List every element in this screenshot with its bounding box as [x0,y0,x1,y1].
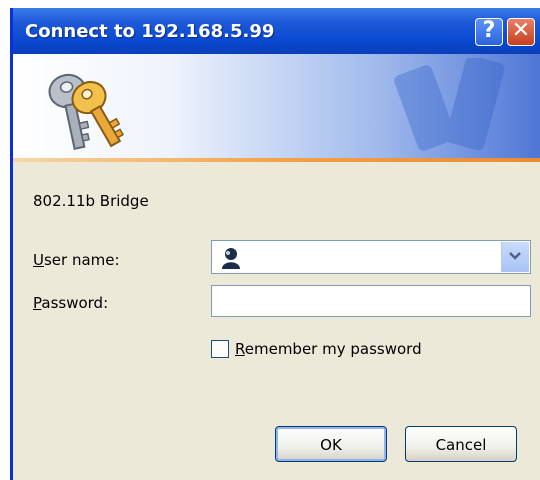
chevron-down-icon [509,252,521,260]
ok-button[interactable]: OK [275,426,387,462]
username-combobox[interactable] [211,240,531,274]
cancel-button[interactable]: Cancel [405,426,517,462]
remember-password-checkbox[interactable] [211,340,229,358]
remember-label-accesskey: R [235,340,245,358]
remember-label-text: emember my password [244,340,422,358]
username-label: User name: [33,251,120,269]
banner-accent-stripe [13,158,540,162]
close-icon: ✕ [511,18,531,43]
realm-label: 802.11b Bridge [33,192,149,210]
remember-password-label[interactable]: Remember my password [235,340,422,358]
dialog-title: Connect to 192.168.5.99 [25,21,275,42]
username-dropdown-button[interactable] [501,242,529,272]
header-banner [13,54,540,158]
username-label-text: ser name: [43,251,120,269]
password-field[interactable] [211,285,531,317]
title-bar[interactable]: Connect to 192.168.5.99 ? ✕ [13,8,540,54]
username-label-accesskey: U [33,251,44,269]
close-button[interactable]: ✕ [507,18,535,46]
user-avatar-icon [222,248,240,269]
keys-watermark-icon [394,58,505,151]
help-button[interactable]: ? [475,18,503,46]
connect-dialog: Connect to 192.168.5.99 ? ✕ 802.11b Brid… [10,8,540,480]
keys-icon [48,73,125,150]
password-label: Password: [33,294,108,312]
help-icon: ? [482,18,496,43]
password-label-text: assword: [41,294,109,312]
